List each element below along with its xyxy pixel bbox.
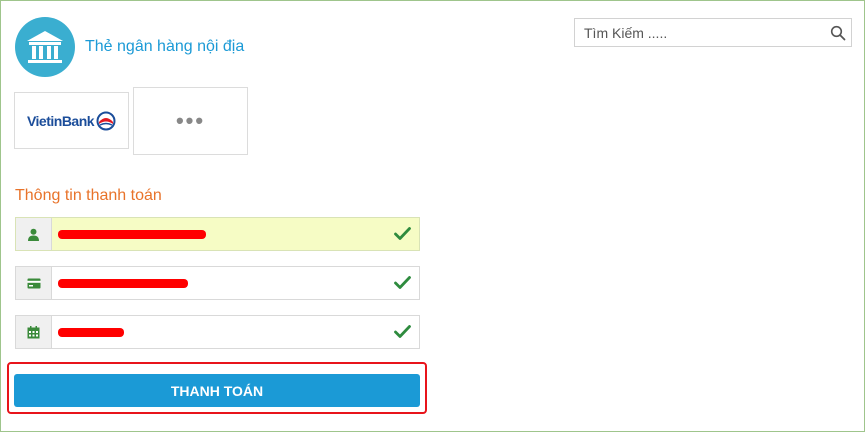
bank-tile-vietinbank[interactable]: Vietin Bank — [14, 92, 129, 149]
search-icon[interactable] — [830, 25, 846, 41]
more-banks-label: ••• — [175, 108, 206, 133]
bank-icon — [15, 17, 75, 77]
calendar-icon — [16, 316, 52, 348]
vietinbank-name-light: Bank — [61, 112, 95, 129]
redaction-mark — [58, 230, 206, 239]
card-number-field[interactable] — [15, 266, 420, 300]
check-icon — [394, 325, 411, 338]
check-icon — [394, 227, 411, 240]
issue-date-field[interactable] — [15, 315, 420, 349]
redaction-mark — [58, 279, 188, 288]
cardholder-name-field[interactable] — [15, 217, 420, 251]
vietinbank-logo-icon — [96, 111, 116, 130]
more-banks-button[interactable]: ••• — [133, 87, 248, 155]
redaction-mark — [58, 328, 124, 337]
user-icon — [16, 218, 52, 250]
check-icon — [394, 276, 411, 289]
section-title: Thẻ ngân hàng nội địa — [85, 38, 245, 55]
vietinbank-name-bold: Vietin — [26, 112, 62, 129]
vietinbank-logo: Vietin Bank — [27, 111, 116, 131]
search-box[interactable] — [574, 18, 852, 47]
payment-info-title: Thông tin thanh toán — [15, 187, 162, 204]
search-input[interactable] — [575, 19, 825, 46]
card-icon — [16, 267, 52, 299]
pay-button[interactable]: THANH TOÁN — [14, 374, 420, 407]
